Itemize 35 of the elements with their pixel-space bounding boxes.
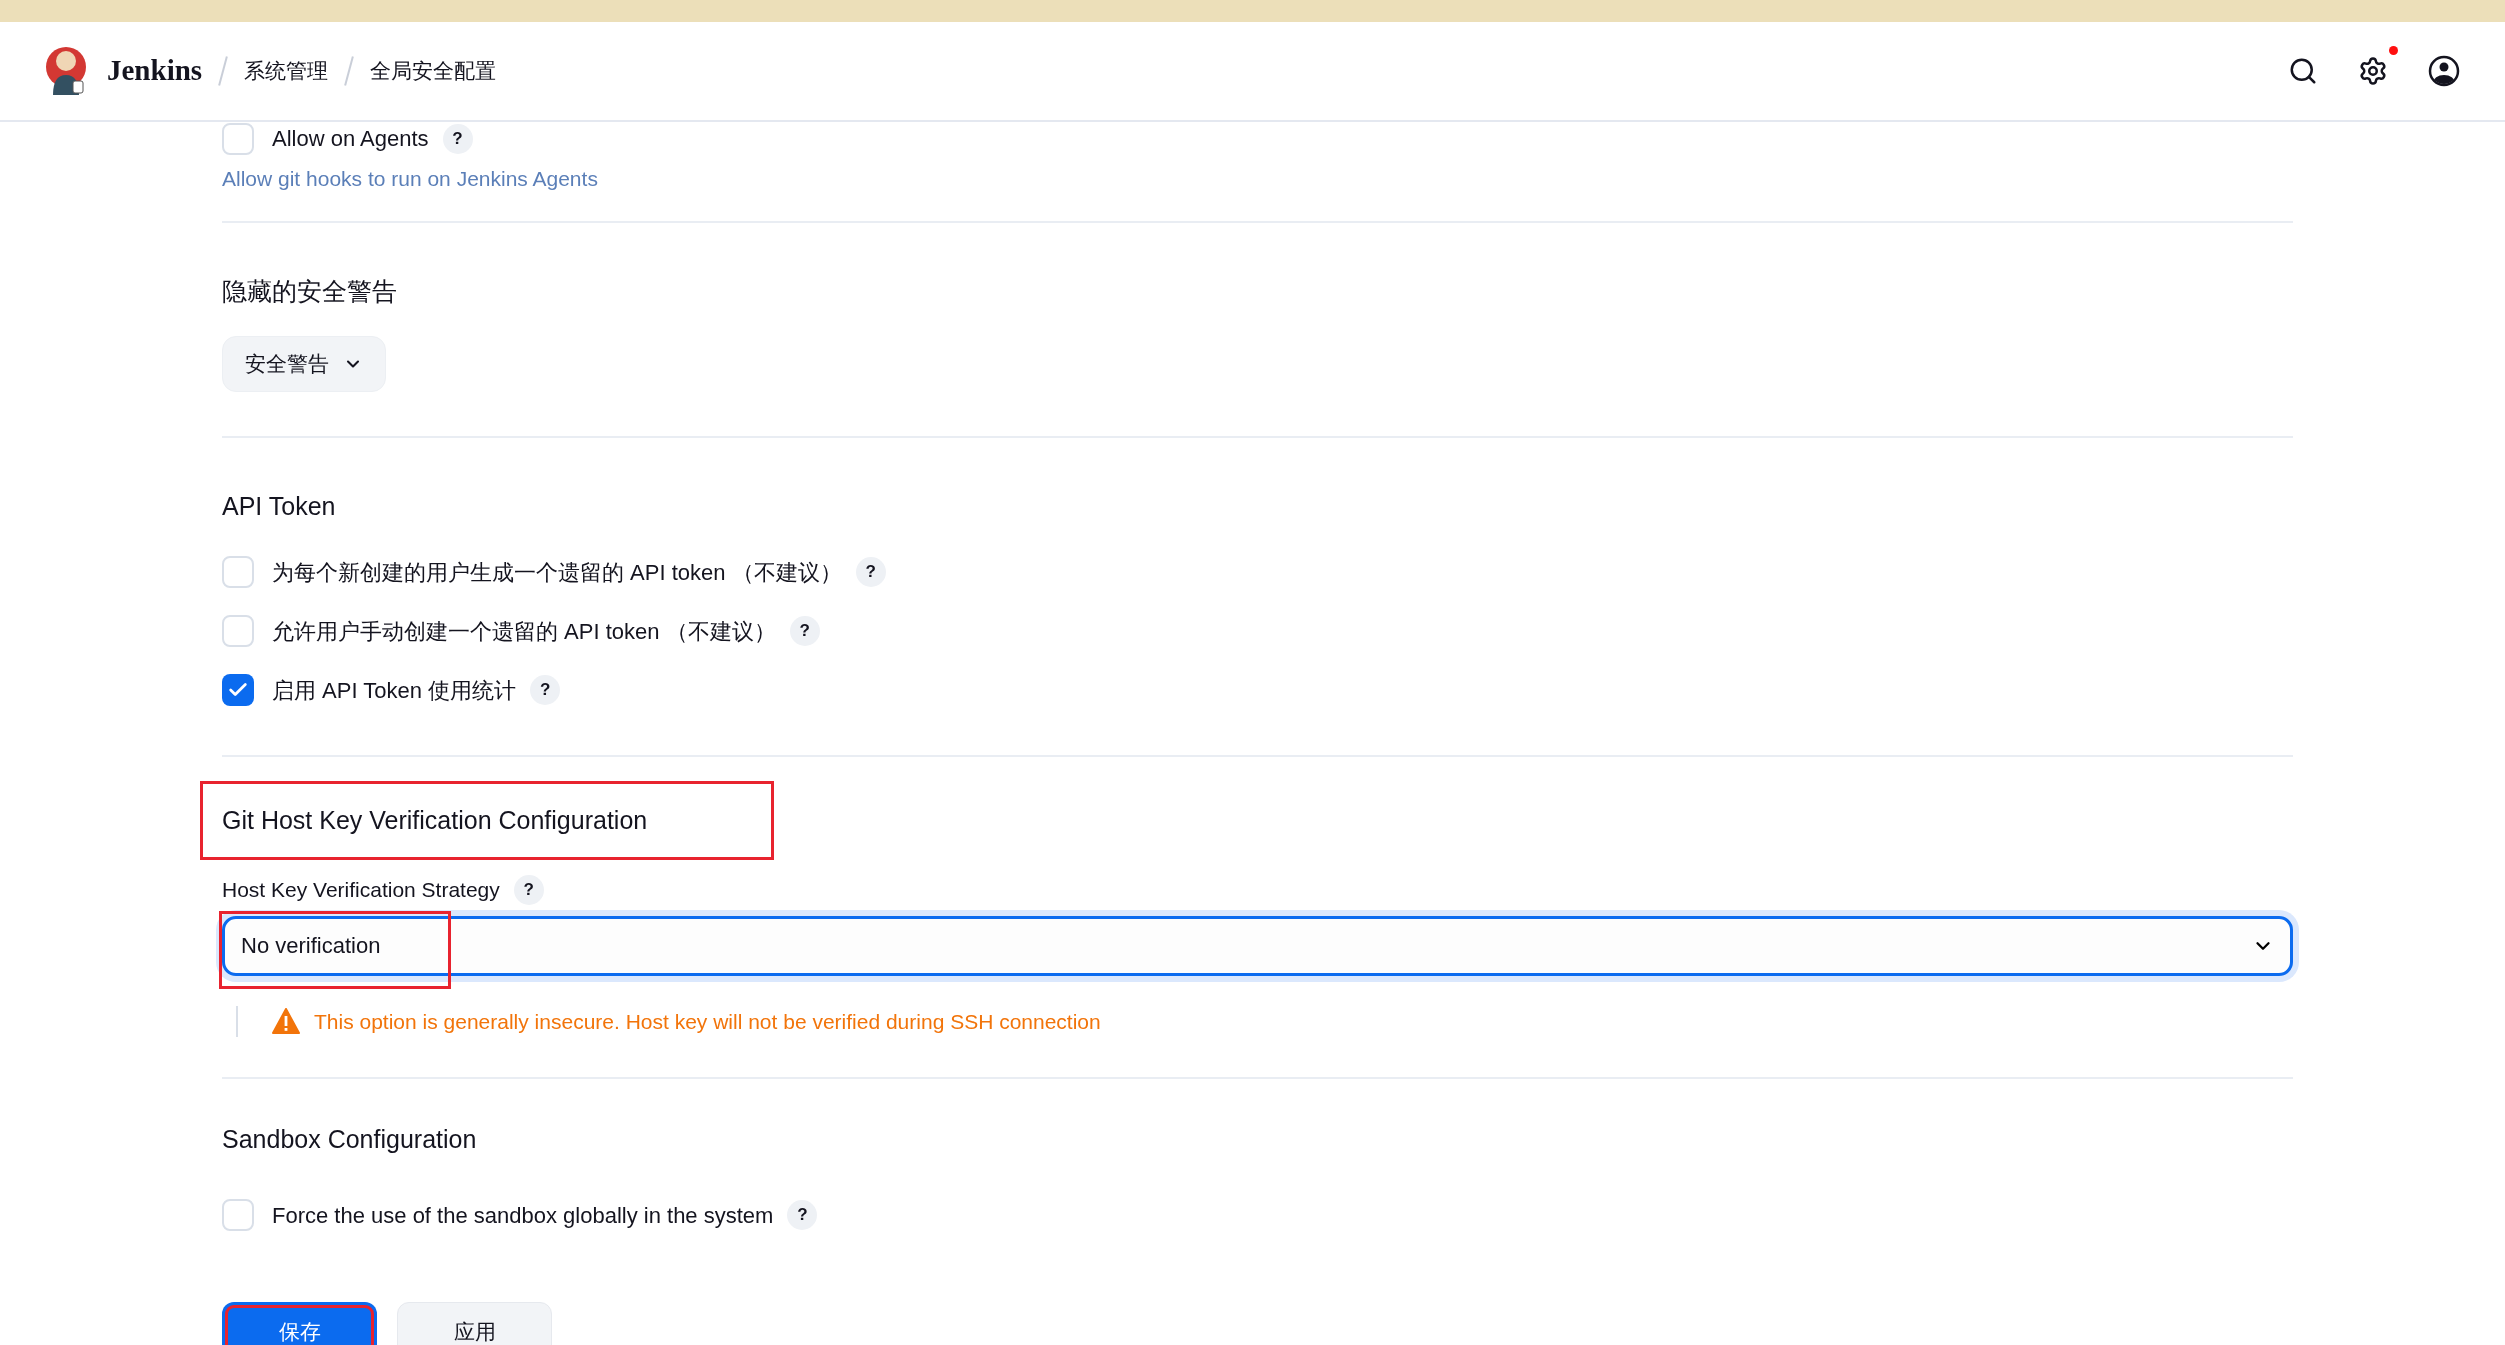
checkbox-label: Allow on Agents bbox=[272, 125, 429, 153]
help-button[interactable]: ? bbox=[789, 616, 820, 646]
save-button[interactable]: 保存 bbox=[222, 1301, 377, 1345]
breadcrumb-link[interactable]: 系统管理 bbox=[244, 55, 329, 87]
field-label: Host Key Verification Strategy bbox=[222, 877, 500, 903]
section-title: API Token bbox=[222, 491, 337, 522]
section-title: 隐藏的安全警告 bbox=[222, 275, 398, 307]
select-value: No verification bbox=[241, 932, 381, 960]
checkbox[interactable] bbox=[222, 556, 254, 588]
logo-icon bbox=[45, 45, 87, 97]
search-icon[interactable] bbox=[2288, 56, 2318, 86]
warning-icon bbox=[272, 1008, 300, 1035]
checkbox[interactable] bbox=[222, 1199, 254, 1231]
help-button[interactable]: ? bbox=[442, 123, 473, 154]
checkbox[interactable] bbox=[222, 674, 254, 706]
checkbox-label: 启用 API Token 使用统计 bbox=[272, 676, 517, 705]
user-icon[interactable] bbox=[2428, 55, 2460, 87]
settings-icon[interactable] bbox=[2358, 56, 2388, 86]
help-button[interactable]: ? bbox=[513, 874, 544, 905]
breadcrumb-link[interactable]: 全局安全配置 bbox=[370, 55, 497, 87]
section-title: Sandbox Configuration bbox=[222, 1124, 478, 1155]
checkbox-label: 允许用户手动创建一个遗留的 API token （不建议） bbox=[272, 617, 776, 646]
help-button[interactable]: ? bbox=[787, 1200, 818, 1230]
jenkins-wordmark[interactable]: Jenkins bbox=[107, 49, 203, 93]
help-button[interactable]: ? bbox=[530, 675, 561, 705]
apply-button[interactable]: 应用 bbox=[397, 1301, 552, 1345]
checkbox-label: 为每个新创建的用户生成一个遗留的 API token （不建议） bbox=[272, 558, 842, 587]
security-warnings-dropdown[interactable]: 安全警告 bbox=[222, 336, 386, 392]
warning-message: This option is generally insecure. Host key will not be verified during SSH connection bbox=[314, 1008, 1101, 1035]
checkbox[interactable] bbox=[222, 122, 254, 155]
option-description: Allow git hooks to run on Jenkins Agents bbox=[222, 166, 599, 192]
help-button[interactable]: ? bbox=[855, 557, 886, 587]
checkbox[interactable] bbox=[222, 615, 254, 647]
section-title: Git Host Key Verification Configuration bbox=[200, 780, 774, 860]
checkbox-label: Force the use of the sandbox globally in the system bbox=[272, 1201, 774, 1230]
